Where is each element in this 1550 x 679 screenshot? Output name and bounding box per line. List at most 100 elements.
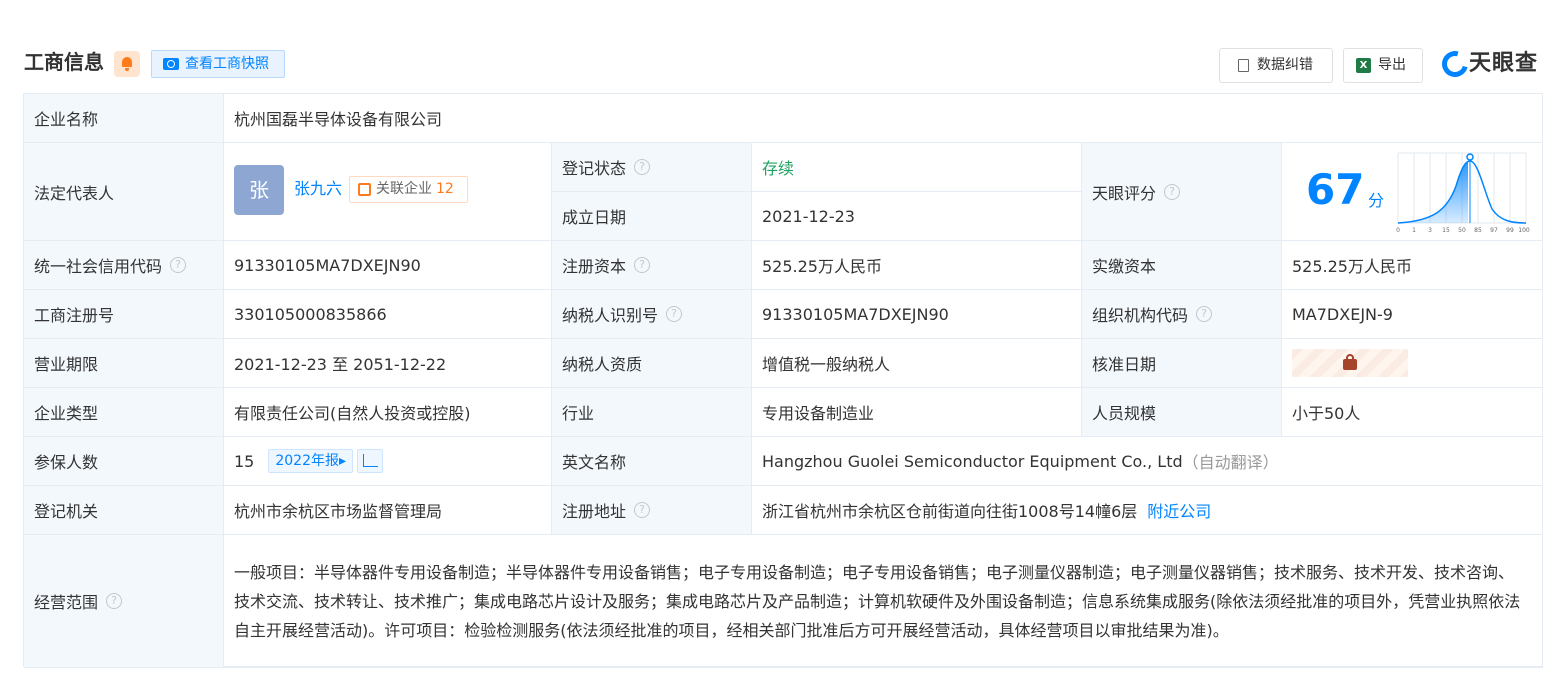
company-type-value: 有限责任公司(自然人投资或控股): [224, 388, 552, 437]
reg-status-label: 登记状态?: [552, 143, 752, 192]
reg-authority-label: 登记机关: [24, 486, 224, 535]
logo-text: 天眼查: [1469, 51, 1539, 76]
taxpayer-id-label: 纳税人识别号?: [552, 290, 752, 339]
legal-rep-label: 法定代表人: [24, 143, 224, 241]
edit-doc-icon: [1238, 59, 1249, 72]
found-date-value: 2021-12-23: [752, 192, 1082, 241]
tianyan-score-label-text: 天眼评分: [1092, 183, 1157, 203]
approve-date-label: 核准日期: [1082, 339, 1282, 388]
help-icon[interactable]: ?: [170, 257, 187, 273]
reg-authority-value: 杭州市余杭区市场监督管理局: [224, 486, 552, 535]
staff-size-value: 小于50人: [1282, 388, 1543, 437]
section-header: 工商信息 查看工商快照 数据纠错 X 导出 天眼查: [24, 46, 1543, 83]
reg-number-value: 330105000835866: [224, 290, 552, 339]
english-name-cell: Hangzhou Guolei Semiconductor Equipment …: [752, 437, 1543, 486]
help-icon[interactable]: ?: [1164, 183, 1181, 200]
paid-capital-value: 525.25万人民币: [1282, 241, 1543, 290]
axis-tick: 0: [1396, 227, 1400, 234]
axis-tick: 3: [1428, 227, 1432, 234]
biz-scope-value: 一般项目：半导体器件专用设备制造；半导体器件专用设备销售；电子专用设备制造；电子…: [224, 535, 1543, 668]
auto-translate-note: （自动翻译）: [1182, 453, 1279, 472]
score-axis-ticks: 0 1 3 15 50 85 97 99 100: [1396, 227, 1530, 234]
related-companies-badge[interactable]: 关联企业 12: [349, 176, 468, 203]
camera-icon: [163, 58, 179, 70]
reg-address-value: 浙江省杭州市余杭区仓前街道向往街1008号14幢6层: [762, 502, 1138, 521]
view-snapshot-label: 查看工商快照: [185, 56, 269, 72]
credit-code-label: 统一社会信用代码?: [24, 241, 224, 290]
taxpayer-qual-label: 纳税人资质: [552, 339, 752, 388]
view-snapshot-button[interactable]: 查看工商快照: [151, 50, 285, 78]
business-info-table: 企业名称 杭州国磊半导体设备有限公司 法定代表人 张 张九六 关联企业 12 登记…: [23, 93, 1543, 668]
logo-mark-icon: [1437, 46, 1473, 82]
company-type-label: 企业类型: [24, 388, 224, 437]
credit-code-value: 91330105MA7DXEJN90: [224, 241, 552, 290]
biz-scope-label: 经营范围?: [24, 535, 224, 668]
org-code-label-text: 组织机构代码: [1092, 306, 1189, 325]
score-unit: 分: [1368, 191, 1385, 210]
section-title: 工商信息: [24, 50, 104, 74]
approve-date-value: [1282, 339, 1543, 388]
biz-term-label: 营业期限: [24, 339, 224, 388]
score-value: 67: [1306, 165, 1365, 214]
reg-capital-label: 注册资本?: [552, 241, 752, 290]
help-icon[interactable]: ?: [634, 159, 651, 175]
axis-tick: 97: [1490, 227, 1498, 234]
legal-rep-name[interactable]: 张九六: [294, 175, 342, 199]
excel-icon: X: [1356, 58, 1371, 73]
lock-icon: [1343, 354, 1357, 370]
industry-value: 专用设备制造业: [752, 388, 1082, 437]
locked-content[interactable]: [1292, 349, 1408, 377]
nearby-companies-link[interactable]: 附近公司: [1147, 498, 1211, 522]
insured-label: 参保人数: [24, 437, 224, 486]
axis-tick: 100: [1518, 227, 1530, 234]
annual-report-badge[interactable]: 2022年报▸: [268, 449, 354, 473]
related-icon: [358, 183, 371, 196]
tianyan-score-cell[interactable]: 67 分 0 1 3 15 50 85 97 99 100: [1282, 143, 1543, 241]
export-label: 导出: [1378, 57, 1406, 73]
reg-number-label: 工商注册号: [24, 290, 224, 339]
axis-tick: 85: [1474, 227, 1482, 234]
reg-capital-label-text: 注册资本: [562, 257, 627, 276]
help-icon[interactable]: ?: [634, 502, 651, 518]
reg-address-label-text: 注册地址: [562, 502, 627, 521]
help-icon[interactable]: ?: [634, 257, 651, 273]
org-code-label: 组织机构代码?: [1082, 290, 1282, 339]
reg-capital-value: 525.25万人民币: [752, 241, 1082, 290]
avatar[interactable]: 张: [234, 165, 284, 215]
tianyan-score-label: 天眼评分?: [1082, 143, 1282, 241]
english-name-value: Hangzhou Guolei Semiconductor Equipment …: [762, 451, 1183, 471]
company-name-label: 企业名称: [24, 94, 224, 143]
help-icon[interactable]: ?: [106, 593, 123, 609]
data-correction-button[interactable]: 数据纠错: [1219, 48, 1333, 83]
related-count: 12: [436, 181, 454, 197]
english-name-label: 英文名称: [552, 437, 752, 486]
taxpayer-id-label-text: 纳税人识别号: [562, 306, 659, 325]
taxpayer-id-value: 91330105MA7DXEJN90: [752, 290, 1082, 339]
trend-chart-icon[interactable]: [357, 449, 384, 473]
legal-rep-cell: 张 张九六 关联企业 12: [224, 143, 552, 241]
insured-cell: 15 2022年报▸: [224, 437, 552, 486]
reg-status-label-text: 登记状态: [562, 159, 627, 178]
reg-address-cell: 浙江省杭州市余杭区仓前街道向往街1008号14幢6层 附近公司: [752, 486, 1543, 535]
biz-scope-label-text: 经营范围: [34, 593, 99, 612]
insured-value: 15: [234, 451, 255, 471]
help-icon[interactable]: ?: [1196, 306, 1213, 322]
score-distribution-chart: 0 1 3 15 50 85 97 99 100: [1396, 152, 1530, 234]
reg-address-label: 注册地址?: [552, 486, 752, 535]
credit-code-label-text: 统一社会信用代码: [34, 257, 163, 276]
axis-tick: 1: [1412, 227, 1416, 234]
data-correction-label: 数据纠错: [1257, 57, 1313, 73]
taxpayer-qual-value: 增值税一般纳税人: [752, 339, 1082, 388]
axis-tick: 50: [1458, 227, 1466, 234]
related-label: 关联企业: [376, 181, 432, 197]
bell-icon[interactable]: [114, 51, 140, 77]
axis-tick: 15: [1442, 227, 1450, 234]
industry-label: 行业: [552, 388, 752, 437]
export-button[interactable]: X 导出: [1343, 48, 1423, 83]
found-date-label: 成立日期: [552, 192, 752, 241]
axis-tick: 99: [1506, 227, 1514, 234]
help-icon[interactable]: ?: [666, 306, 683, 322]
company-name-value: 杭州国磊半导体设备有限公司: [224, 94, 1543, 143]
reg-status-value: 存续: [752, 143, 1082, 192]
org-code-value: MA7DXEJN-9: [1282, 290, 1543, 339]
